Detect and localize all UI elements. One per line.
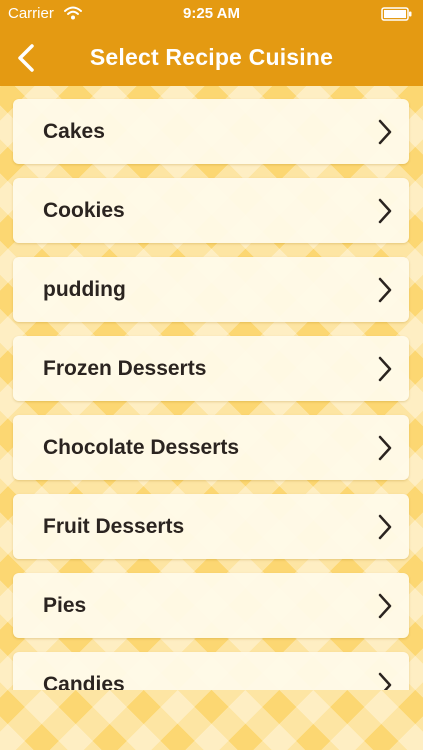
status-time: 9:25 AM: [183, 5, 240, 22]
list-item[interactable]: Candies: [13, 652, 409, 690]
chevron-right-icon: [378, 672, 392, 690]
list-item-label: Pies: [43, 594, 87, 617]
list-item[interactable]: Chocolate Desserts: [13, 415, 409, 480]
chevron-right-icon: [378, 198, 392, 224]
chevron-right-icon: [378, 593, 392, 619]
list-item[interactable]: Cookies: [13, 178, 409, 243]
list-item[interactable]: Frozen Desserts: [13, 336, 409, 401]
list-item[interactable]: Cakes: [13, 99, 409, 164]
cuisine-list[interactable]: Cakes Cookies pudding Frozen Desserts Ch…: [0, 86, 423, 690]
list-item-label: Fruit Desserts: [43, 515, 185, 538]
chevron-right-icon: [378, 119, 392, 145]
chevron-right-icon: [378, 356, 392, 382]
chevron-right-icon: [378, 277, 392, 303]
list-item-label: Chocolate Desserts: [43, 436, 240, 459]
page-title: Select Recipe Cuisine: [89, 44, 334, 70]
list-item-label: Candies: [43, 673, 125, 690]
list-item[interactable]: Fruit Desserts: [13, 494, 409, 559]
chevron-right-icon: [378, 514, 392, 540]
list-item-label: Cakes: [43, 120, 105, 143]
list-item[interactable]: Pies: [13, 573, 409, 638]
list-item-label: Frozen Desserts: [43, 357, 207, 380]
status-bar: Carrier 9:25 AM: [0, 0, 423, 28]
chevron-right-icon: [378, 435, 392, 461]
background-pattern: [0, 690, 423, 750]
list-item[interactable]: pudding: [13, 257, 409, 322]
battery-icon: [381, 7, 413, 26]
navigation-bar: Select Recipe Cuisine: [0, 28, 423, 86]
list-item-label: pudding: [43, 278, 126, 301]
list-item-label: Cookies: [43, 199, 125, 222]
